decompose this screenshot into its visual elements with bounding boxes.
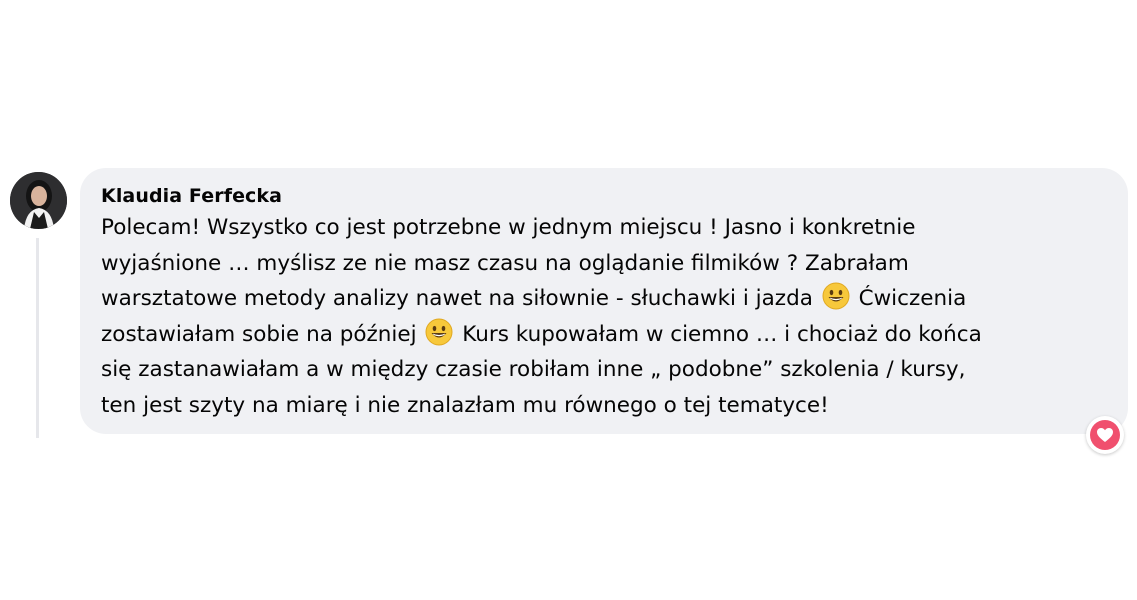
comment-line: wyjaśnione … myślisz ze nie masz czasu n… bbox=[101, 246, 1108, 282]
comment-line: Polecam! Wszystko co jest potrzebne w je… bbox=[101, 210, 1108, 246]
comment-bubble: Klaudia Ferfecka Polecam! Wszystko co je… bbox=[80, 168, 1128, 434]
comment-line-text: ten jest szyty na miarę i nie znalazłam … bbox=[101, 392, 829, 418]
comment-line: ten jest szyty na miarę i nie znalazłam … bbox=[101, 388, 1108, 424]
comment-line-text: się zastanawiałam a w między czasie robi… bbox=[101, 357, 966, 382]
comment-line-text: Ćwiczenia bbox=[851, 286, 967, 311]
comment-line-text: Polecam! Wszystko co jest potrzebne w je… bbox=[101, 215, 916, 240]
comment-line: się zastanawiałam a w między czasie robi… bbox=[101, 352, 1108, 388]
comment-line-text: warsztatowe metody analizy nawet na siło… bbox=[101, 286, 820, 311]
comment-line-text: zostawiałam sobie na później bbox=[101, 321, 424, 347]
avatar-photo bbox=[10, 172, 67, 229]
thread-line bbox=[36, 238, 39, 438]
author-name[interactable]: Klaudia Ferfecka bbox=[101, 182, 1108, 210]
comment: Klaudia Ferfecka Polecam! Wszystko co je… bbox=[0, 0, 1137, 600]
heart-reaction-icon[interactable] bbox=[1086, 416, 1124, 454]
heart-icon bbox=[1097, 428, 1113, 442]
comment-line-text: wyjaśnione … myślisz ze nie masz czasu n… bbox=[101, 250, 909, 276]
heart-reaction-badge bbox=[1090, 420, 1120, 450]
grinning-face-icon bbox=[822, 282, 850, 310]
avatar[interactable] bbox=[10, 172, 67, 229]
comment-line: zostawiałam sobie na później Kurs kupowa… bbox=[101, 317, 1108, 353]
comment-line-text: Kurs kupowałam w ciemno … i chociaż do k… bbox=[455, 321, 982, 347]
comment-line: warsztatowe metody analizy nawet na siło… bbox=[101, 281, 1108, 317]
comment-text: Polecam! Wszystko co jest potrzebne w je… bbox=[101, 210, 1108, 423]
grinning-face-icon bbox=[425, 318, 453, 345]
